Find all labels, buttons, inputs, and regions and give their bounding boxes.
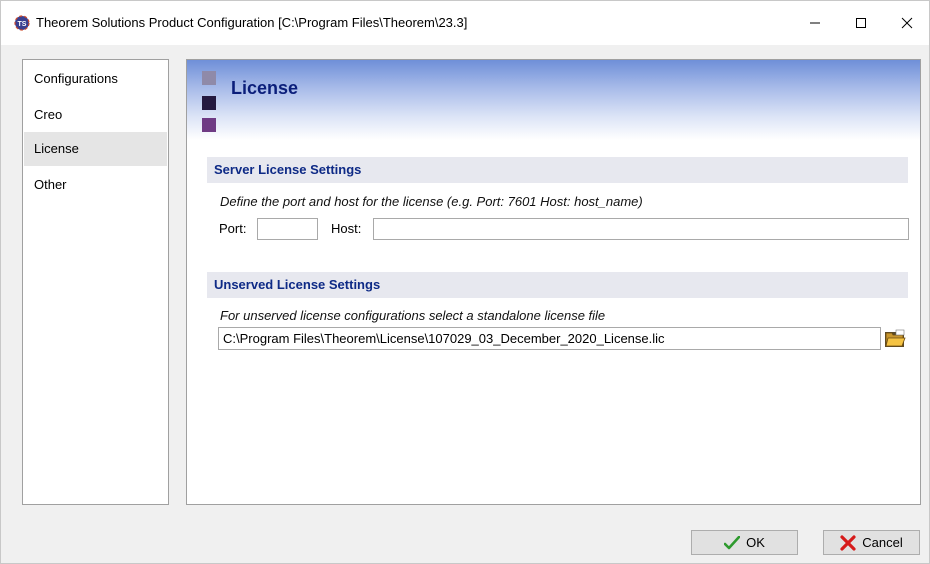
- sidebar-item-creo[interactable]: Creo: [24, 98, 167, 132]
- close-button[interactable]: [884, 1, 930, 45]
- configuration-window: TS Theorem Solutions Product Configurati…: [0, 0, 930, 564]
- license-file-path-input[interactable]: C:\Program Files\Theorem\License\107029_…: [218, 327, 881, 350]
- sidebar-item-other[interactable]: Other: [24, 168, 167, 202]
- svg-text:TS: TS: [18, 21, 27, 28]
- sidebar-item-configurations[interactable]: Configurations: [24, 62, 167, 96]
- browse-button[interactable]: [882, 327, 908, 350]
- close-icon: [901, 17, 913, 29]
- cancel-button[interactable]: Cancel: [823, 530, 920, 555]
- theorem-logo-icon: TS: [14, 15, 30, 31]
- maximize-icon: [856, 18, 866, 28]
- window-title: Theorem Solutions Product Configuration …: [36, 15, 468, 30]
- sidebar: Configurations Creo License Other: [22, 59, 169, 505]
- host-label: Host:: [331, 221, 362, 236]
- x-icon: [840, 534, 856, 551]
- cancel-label: Cancel: [862, 535, 903, 550]
- minimize-button[interactable]: [792, 1, 838, 45]
- page-title: License: [231, 78, 299, 98]
- decorative-square: [202, 96, 216, 110]
- checkmark-icon: [724, 535, 741, 549]
- decorative-square: [202, 118, 216, 132]
- unserved-license-heading: Unserved License Settings: [207, 272, 908, 298]
- minimize-icon: [810, 22, 820, 24]
- sidebar-item-license[interactable]: License: [24, 132, 167, 166]
- port-label: Port:: [219, 221, 247, 236]
- host-input[interactable]: [373, 218, 909, 240]
- title-bar[interactable]: TS Theorem Solutions Product Configurati…: [1, 1, 929, 45]
- ok-label: OK: [746, 535, 765, 550]
- port-input[interactable]: [257, 218, 318, 240]
- maximize-button[interactable]: [838, 1, 884, 45]
- decorative-square: [202, 71, 216, 85]
- header-banner: License: [187, 60, 920, 140]
- folder-open-icon: [885, 329, 906, 347]
- ok-button[interactable]: OK: [691, 530, 798, 555]
- unserved-license-description: For unserved license configurations sele…: [220, 308, 606, 323]
- server-license-heading: Server License Settings: [207, 157, 908, 183]
- server-license-description: Define the port and host for the license…: [220, 194, 643, 209]
- main-panel: License Server License Settings Define t…: [186, 59, 921, 505]
